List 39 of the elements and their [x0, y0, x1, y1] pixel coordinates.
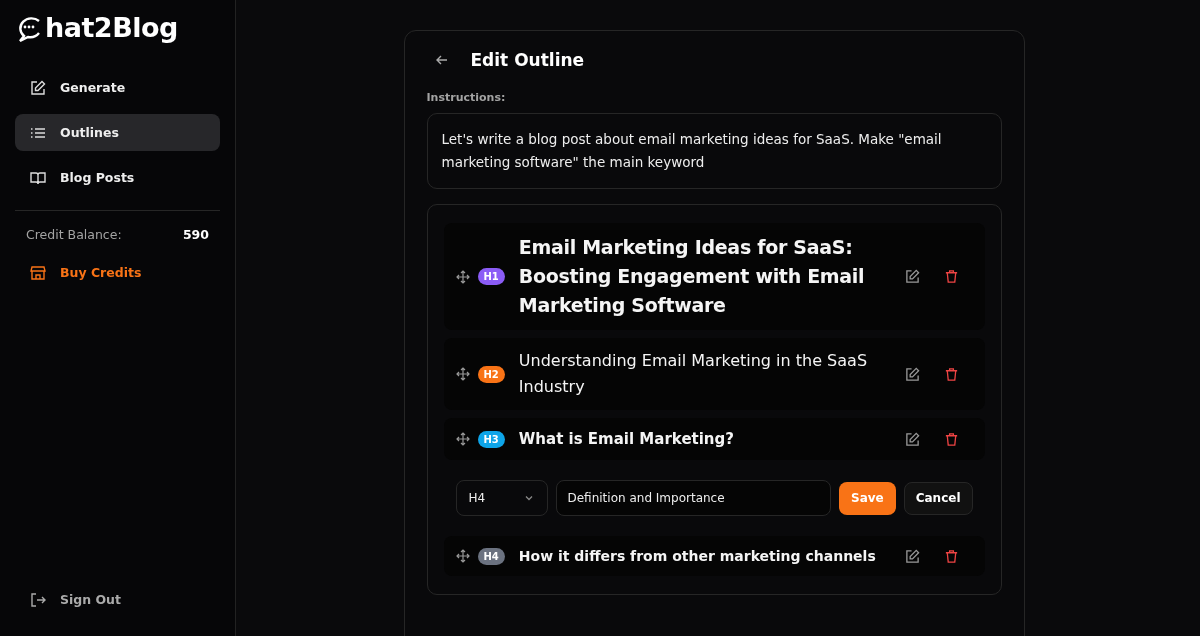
instructions-text: Let's write a blog post about email marketing ideas for SaaS. Make "email marketing software" the main keyword [426, 113, 1002, 189]
heading-level-select[interactable]: H4 [455, 480, 548, 516]
sidebar-item[interactable]: Outlines [15, 114, 220, 151]
heading-level-tag: H3 [477, 430, 505, 448]
instructions-label: Instructions: [426, 91, 507, 104]
credit-balance-label: Credit Balance: [26, 227, 122, 242]
store-icon [30, 264, 46, 281]
edit-icon [904, 431, 920, 447]
heading-text: Email Marketing Ideas for SaaS: Boosting Engagement with Email Marketing Software [518, 235, 866, 318]
buy-credits-link[interactable]: Buy Credits [15, 254, 220, 291]
heading-text-field[interactable]: Definition and Importance [555, 480, 831, 516]
sidebar-item[interactable]: Blog Posts [15, 159, 220, 196]
drag-handle-icon[interactable] [455, 432, 470, 446]
sign-out-icon [30, 591, 46, 608]
trash-icon [943, 431, 959, 447]
cancel-button[interactable]: Cancel [903, 481, 973, 515]
heading-level-tag: H2 [477, 365, 505, 383]
page-title: Edit Outline [470, 50, 585, 70]
edit-icon [904, 366, 920, 382]
back-arrow-icon [434, 53, 449, 67]
trash-icon [943, 269, 959, 284]
edit-icon [30, 79, 46, 96]
trash-icon [943, 548, 959, 564]
trash-icon [943, 366, 959, 382]
drag-handle-icon[interactable] [455, 269, 470, 284]
sidebar-item[interactable]: Generate [15, 69, 220, 106]
drag-handle-icon[interactable] [455, 549, 470, 563]
edit-icon [904, 548, 920, 564]
credit-balance-value: 590 [182, 227, 209, 242]
heading-text: What is Email Marketing? [518, 429, 735, 450]
heading-text: How it differs from other marketing channels [518, 547, 877, 566]
book-icon [30, 169, 46, 186]
heading-level-tag: H4 [477, 547, 505, 565]
heading-level-tag: H1 [477, 268, 505, 285]
edit-icon [904, 269, 920, 284]
sign-out-link[interactable]: Sign Out [15, 581, 220, 618]
drag-handle-icon[interactable] [455, 367, 470, 381]
heading-text: Understanding Email Marketing in the SaaS Industry [518, 350, 869, 398]
app-logo-text: hat2Blog [45, 12, 178, 43]
